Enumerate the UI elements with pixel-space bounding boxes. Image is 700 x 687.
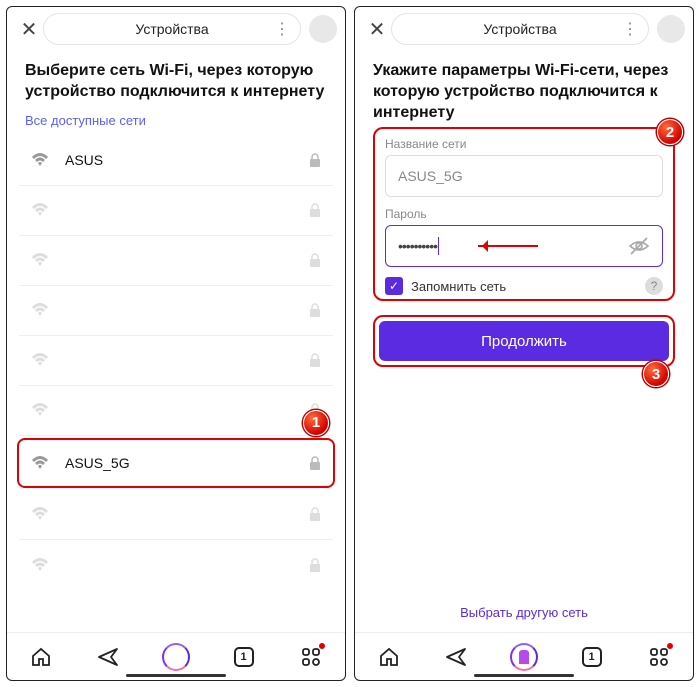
lock-icon [309, 253, 323, 267]
wifi-item[interactable] [19, 490, 333, 540]
alice-icon[interactable] [162, 643, 190, 671]
wifi-list: ASUS 1 ASUS_5G [19, 136, 333, 590]
wifi-icon [29, 554, 51, 576]
avatar[interactable] [657, 15, 685, 43]
wifi-name [65, 506, 309, 522]
annotation-arrow [478, 245, 538, 247]
notification-dot [667, 643, 673, 649]
password-label: Пароль [385, 207, 663, 221]
title-pill[interactable]: Устройства ⋮ [391, 13, 649, 45]
network-name-input[interactable]: ASUS_5G [385, 155, 663, 197]
continue-highlight: Продолжить 3 [373, 315, 675, 367]
close-icon[interactable]: ✕ [15, 17, 43, 42]
wifi-name [65, 302, 309, 318]
content-left: Выберите сеть Wi-Fi, через которую устро… [7, 51, 345, 632]
page-title: Устройства [483, 21, 556, 37]
continue-button[interactable]: Продолжить [379, 321, 669, 361]
name-value: ASUS_5G [398, 168, 463, 184]
wifi-name [65, 352, 309, 368]
wifi-item[interactable] [19, 336, 333, 386]
title-pill[interactable]: Устройства ⋮ [43, 13, 301, 45]
wifi-icon [29, 299, 51, 321]
wifi-icon [29, 149, 51, 171]
home-icon[interactable] [27, 643, 55, 671]
lock-icon [309, 507, 323, 521]
remember-row: ✓ Запомнить сеть ? [385, 277, 663, 295]
lock-icon [309, 153, 323, 167]
send-icon[interactable] [94, 643, 122, 671]
remember-label: Запомнить сеть [411, 279, 506, 294]
badge-3: 3 [643, 361, 669, 387]
more-icon[interactable]: ⋮ [622, 19, 638, 39]
badge-2: 2 [657, 119, 683, 145]
more-icon[interactable]: ⋮ [274, 19, 290, 39]
home-indicator [474, 674, 574, 677]
page-title: Устройства [135, 21, 208, 37]
subhead: Все доступные сети [25, 113, 327, 128]
phone-right: ✕ Устройства ⋮ Укажите параметры Wi-Fi-с… [354, 6, 694, 681]
lock-icon [309, 558, 323, 572]
services-icon[interactable] [297, 643, 325, 671]
wifi-item-selected[interactable]: 1 ASUS_5G [17, 438, 335, 488]
header: ✕ Устройства ⋮ [7, 7, 345, 51]
avatar[interactable] [309, 15, 337, 43]
phone-left: ✕ Устройства ⋮ Выберите сеть Wi-Fi, чере… [6, 6, 346, 681]
remember-checkbox[interactable]: ✓ [385, 277, 403, 295]
form-highlight: 2 Название сети ASUS_5G Пароль •••••••••… [373, 127, 675, 301]
wifi-item[interactable] [19, 186, 333, 236]
bottombar: 1 [355, 632, 693, 680]
home-icon[interactable] [375, 643, 403, 671]
lock-icon [309, 303, 323, 317]
wifi-icon [29, 399, 51, 421]
content-right: Укажите параметры Wi-Fi-сети, через кото… [355, 51, 693, 632]
wifi-name [65, 202, 309, 218]
wifi-name [65, 402, 309, 418]
wifi-name [65, 252, 309, 268]
close-icon[interactable]: ✕ [363, 17, 391, 42]
wifi-item[interactable] [19, 236, 333, 286]
wifi-item[interactable] [19, 386, 333, 436]
badge-1: 1 [303, 410, 329, 436]
wifi-icon [29, 452, 51, 474]
lock-icon [309, 353, 323, 367]
lock-icon [309, 456, 323, 470]
wifi-icon [29, 249, 51, 271]
alice-icon[interactable] [510, 643, 538, 671]
choose-another-link[interactable]: Выбрать другую сеть [355, 605, 693, 620]
wifi-name: ASUS_5G [65, 455, 309, 471]
password-input[interactable]: •••••••••• [385, 225, 663, 267]
send-icon[interactable] [442, 643, 470, 671]
text-cursor [438, 237, 439, 255]
name-label: Название сети [385, 137, 663, 151]
wifi-name [65, 557, 309, 573]
wifi-name: ASUS [65, 152, 309, 168]
eye-off-icon[interactable] [628, 235, 650, 257]
wifi-icon [29, 199, 51, 221]
home-indicator [126, 674, 226, 677]
wifi-icon [29, 503, 51, 525]
wifi-item[interactable] [19, 286, 333, 336]
lock-icon [309, 203, 323, 217]
header: ✕ Устройства ⋮ [355, 7, 693, 51]
heading: Укажите параметры Wi-Fi-сети, через кото… [373, 61, 675, 123]
password-value: •••••••••• [398, 238, 437, 254]
notification-dot [319, 643, 325, 649]
wifi-item[interactable] [19, 540, 333, 590]
tabs-icon[interactable]: 1 [578, 643, 606, 671]
tabs-icon[interactable]: 1 [230, 643, 258, 671]
wifi-icon [29, 349, 51, 371]
bottombar: 1 [7, 632, 345, 680]
help-icon[interactable]: ? [645, 277, 663, 295]
wifi-item[interactable]: ASUS [19, 136, 333, 186]
services-icon[interactable] [645, 643, 673, 671]
heading: Выберите сеть Wi-Fi, через которую устро… [25, 61, 327, 103]
